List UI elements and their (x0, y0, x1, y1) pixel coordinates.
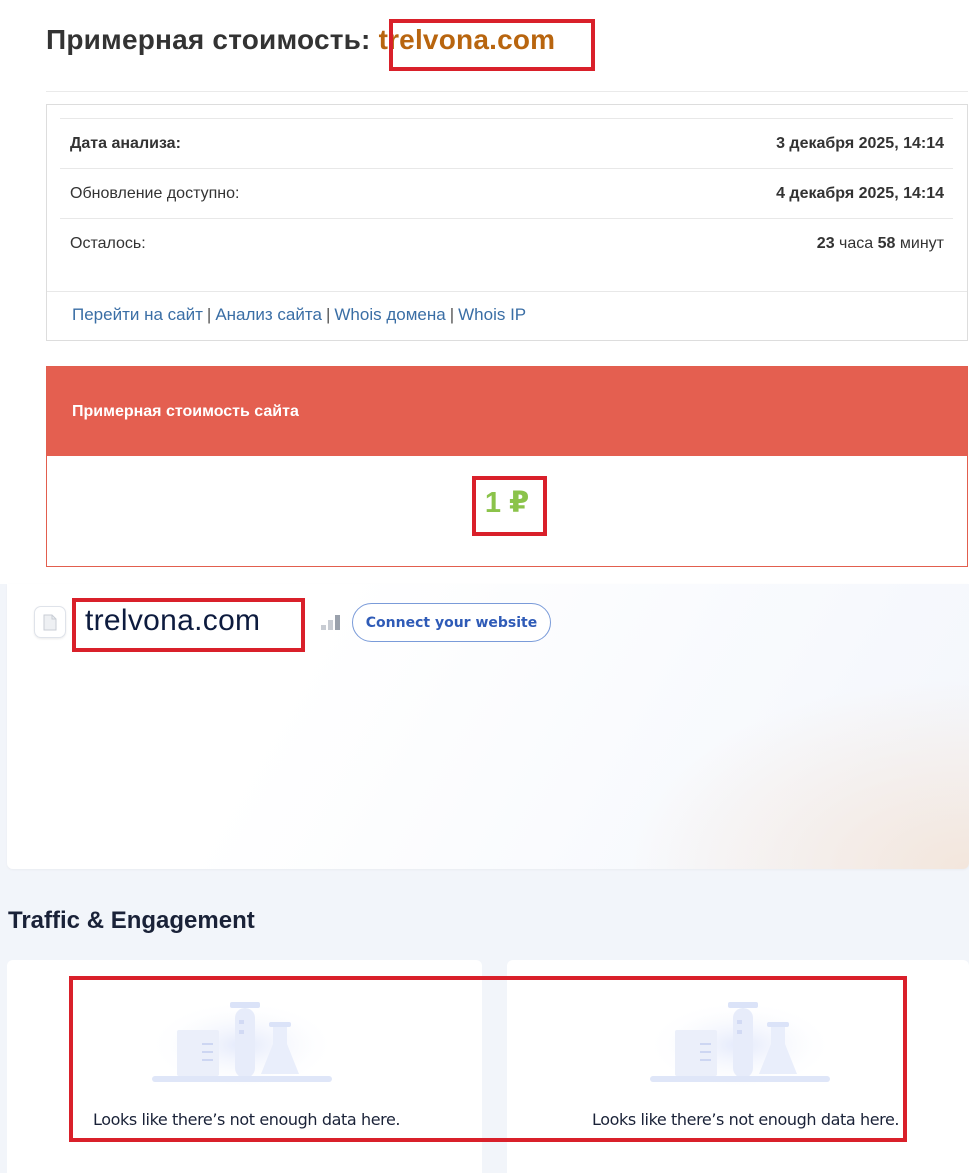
remaining-hours-unit: часа (839, 234, 874, 252)
remaining-minutes: 58 (877, 234, 896, 252)
info-divider (47, 291, 967, 292)
favicon (34, 606, 66, 638)
page-title-prefix: Примерная стоимость: (46, 24, 371, 55)
update-available-label: Обновление доступно: (70, 184, 240, 202)
analysis-date-row: Дата анализа: 3 декабря 2025, 14:14 (60, 118, 953, 168)
traffic-engagement-title: Traffic & Engagement (8, 907, 255, 934)
update-available-value: 4 декабря 2025, 14:14 (776, 184, 944, 202)
highlight-box-price (472, 476, 547, 536)
time-remaining-label: Осталось: (70, 234, 146, 252)
link-separator: | (206, 305, 212, 324)
highlight-box-no-data (69, 976, 907, 1142)
visit-site-link[interactable]: Перейти на сайт (72, 305, 203, 324)
analysis-date-label: Дата анализа: (70, 134, 181, 152)
highlight-box-site-domain (72, 598, 305, 652)
update-available-row: Обновление доступно: 4 декабря 2025, 14:… (60, 168, 953, 218)
link-separator: | (325, 305, 331, 324)
estimated-price-panel: Примерная стоимость сайта 1 ₽ (46, 366, 968, 567)
site-analysis-link[interactable]: Анализ сайта (215, 305, 322, 324)
connect-website-button[interactable]: Connect your website (352, 603, 551, 642)
time-remaining-value: 23 часа 58 минут (817, 235, 944, 253)
analysis-info-panel: Дата анализа: 3 декабря 2025, 14:14 Обно… (46, 104, 968, 341)
whois-ip-link[interactable]: Whois IP (458, 305, 526, 324)
estimated-price-header: Примерная стоимость сайта (47, 367, 967, 456)
analysis-date-value: 3 декабря 2025, 14:14 (776, 134, 944, 152)
highlight-box-title-domain (389, 19, 595, 71)
time-remaining-row: Осталось: 23 часа 58 минут (60, 218, 953, 268)
whois-domain-link[interactable]: Whois домена (334, 305, 445, 324)
site-links: Перейти на сайт | Анализ сайта | Whois домен… (72, 305, 526, 325)
signal-bars-icon (321, 615, 340, 630)
document-icon (43, 614, 57, 630)
link-separator: | (449, 305, 455, 324)
remaining-minutes-unit: минут (899, 234, 944, 252)
remaining-hours: 23 (816, 234, 835, 252)
title-divider (46, 91, 968, 92)
